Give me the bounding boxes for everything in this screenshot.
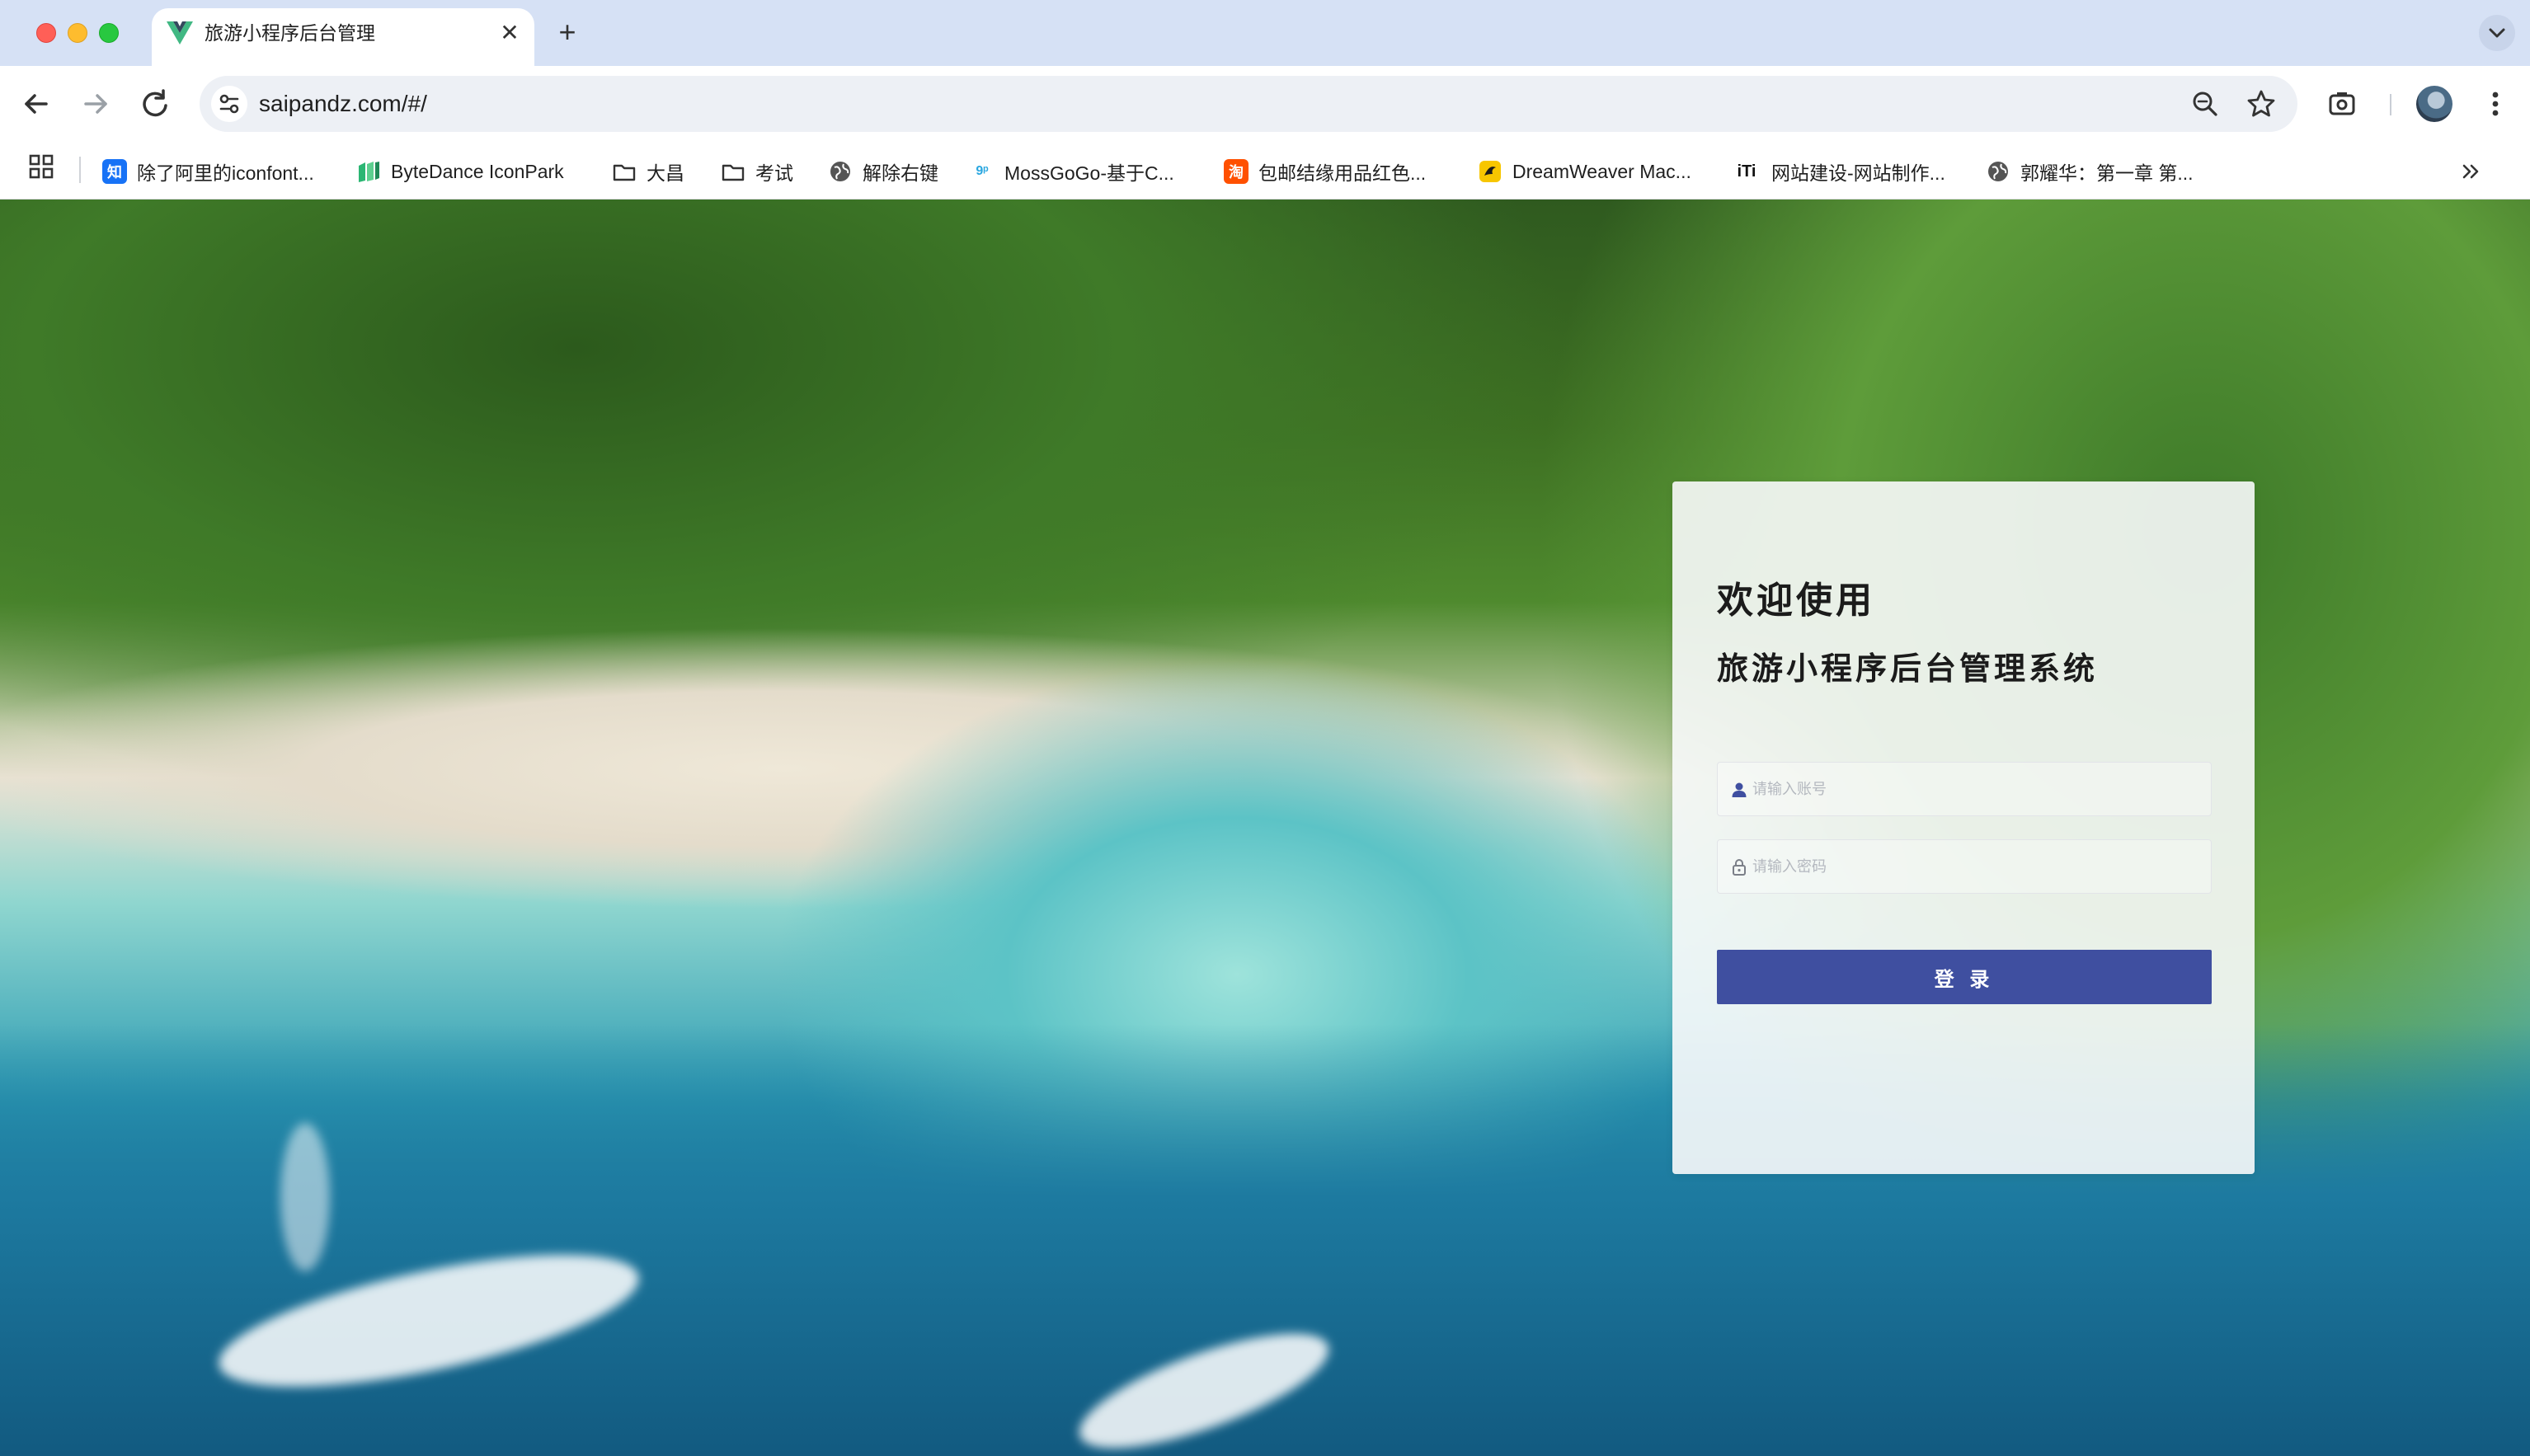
lock-icon	[1733, 859, 1746, 876]
chevron-down-icon	[2489, 28, 2505, 38]
globe-icon	[1988, 162, 2008, 181]
folder-icon	[613, 164, 636, 181]
folder-icon	[722, 164, 745, 181]
tune-icon	[219, 94, 239, 114]
bookmark-item[interactable]: 解除右键	[828, 157, 938, 186]
tab-title: 旅游小程序后台管理	[205, 22, 375, 44]
tab-search-button[interactable]	[2479, 15, 2515, 51]
address-bar[interactable]: saipandz.com/#/	[200, 76, 2297, 132]
bookmark-item[interactable]: 知 除了阿里的iconfont...	[102, 157, 314, 186]
bookmark-label: 考试	[755, 162, 793, 184]
bookmark-item[interactable]: 郭耀华：第一章 第...	[1986, 157, 2194, 186]
bookmark-folder[interactable]: 考试	[721, 157, 793, 186]
bookmark-label: 网站建设-网站制作...	[1771, 162, 1945, 184]
bookmark-label: MossGoGo-基于C...	[1004, 162, 1174, 184]
vue-logo-icon	[167, 21, 193, 45]
bookmark-label: 解除右键	[863, 162, 938, 184]
toolbar-divider	[2390, 94, 2391, 115]
bookmarks-bar: 知 除了阿里的iconfont... ByteDance IconPark 大昌…	[0, 142, 2530, 200]
bookmark-item[interactable]: 9ᵖ MossGoGo-基于C...	[970, 157, 1174, 186]
apps-grid-icon[interactable]	[28, 153, 54, 180]
taobao-icon: 淘	[1224, 159, 1249, 184]
user-icon	[1732, 782, 1747, 797]
bookmark-item[interactable]: ByteDance IconPark	[356, 157, 564, 186]
zoom-window-button[interactable]	[99, 23, 119, 43]
browser-toolbar: saipandz.com/#/	[0, 66, 2530, 142]
login-button[interactable]: 登 录	[1717, 950, 2212, 1004]
more-bookmarks-icon[interactable]	[2457, 158, 2484, 185]
dreamweaver-icon	[1479, 161, 1501, 182]
login-card: 欢迎使用 旅游小程序后台管理系统 登 录	[1672, 481, 2255, 1174]
reload-icon[interactable]	[135, 84, 175, 124]
url-text[interactable]: saipandz.com/#/	[259, 89, 427, 119]
bookmark-item[interactable]: 淘 包邮结缘用品红色...	[1224, 157, 1426, 186]
screenshot-icon[interactable]	[2322, 84, 2362, 124]
globe-icon	[830, 162, 850, 181]
bookmark-label: 包邮结缘用品红色...	[1258, 162, 1427, 184]
iti-icon: iTi	[1737, 162, 1756, 181]
zhihu-icon: 知	[102, 159, 127, 184]
site-info-button[interactable]	[211, 86, 247, 122]
welcome-heading: 欢迎使用	[1717, 580, 1875, 621]
more-menu-icon[interactable]	[2476, 84, 2515, 124]
username-field[interactable]	[1717, 762, 2212, 816]
bookmark-item[interactable]: iTi 网站建设-网站制作...	[1732, 157, 1945, 186]
bookmark-label: ByteDance IconPark	[391, 160, 564, 182]
minimize-window-button[interactable]	[68, 23, 87, 43]
back-icon[interactable]	[16, 84, 56, 124]
active-tab[interactable]: 旅游小程序后台管理 ✕	[152, 8, 534, 66]
close-tab-icon[interactable]: ✕	[496, 20, 523, 46]
password-field[interactable]	[1717, 839, 2212, 894]
bookmark-folder[interactable]: 大昌	[612, 157, 684, 186]
bookmark-label: 郭耀华：第一章 第...	[2020, 162, 2194, 184]
close-window-button[interactable]	[36, 23, 56, 43]
bookmark-item[interactable]: DreamWeaver Mac...	[1478, 157, 1691, 186]
profile-avatar[interactable]	[2416, 86, 2452, 122]
new-tab-button[interactable]: +	[553, 17, 582, 48]
iconpark-icon	[359, 162, 379, 182]
mossgogo-icon: 9ᵖ	[976, 164, 989, 178]
bookmark-label: 除了阿里的iconfont...	[137, 162, 314, 184]
bookmarks-divider	[79, 157, 81, 183]
login-page: 欢迎使用 旅游小程序后台管理系统 登 录	[0, 200, 2530, 1456]
bookmark-star-icon[interactable]	[2245, 87, 2278, 120]
background-surf	[280, 1123, 330, 1271]
tab-strip: 旅游小程序后台管理 ✕ +	[0, 0, 2530, 66]
zoom-icon[interactable]	[2189, 87, 2222, 120]
bookmark-label: DreamWeaver Mac...	[1512, 160, 1691, 182]
username-input[interactable]	[1752, 763, 2198, 815]
bookmark-label: 大昌	[647, 162, 684, 184]
forward-icon[interactable]	[76, 84, 115, 124]
system-title: 旅游小程序后台管理系统	[1717, 652, 2099, 687]
password-input[interactable]	[1752, 840, 2198, 893]
